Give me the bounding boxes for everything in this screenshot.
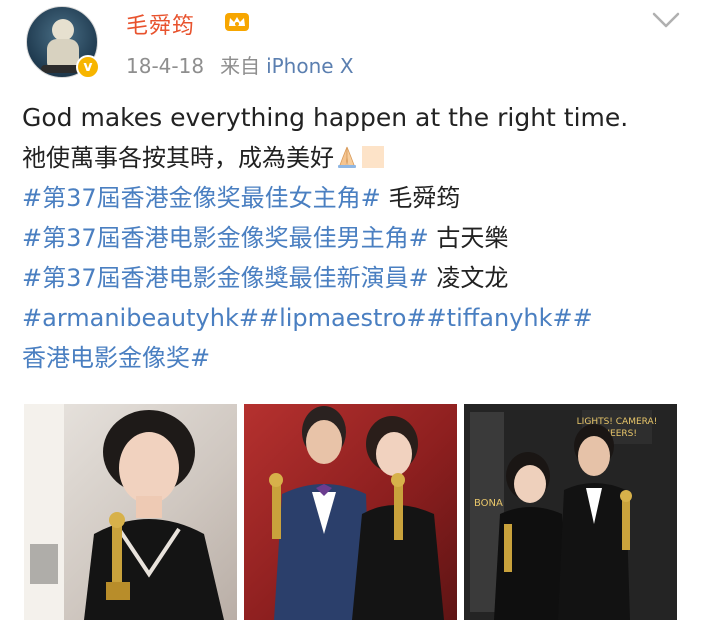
photo-grid: LIGHTS! CAMERA! CHEERS! BONA [0,404,702,620]
hashtag-best-actor[interactable]: #第37屆香港电影金像奖最佳男主角# [22,224,429,252]
hashtag-line-3: #第37屆香港电影金像獎最佳新演員# 凌文龙 [22,258,692,298]
pray-emoji-icon [338,146,356,168]
best-actor-name: 古天樂 [428,224,509,252]
post-text-line-chinese: 祂使萬事各按其時，成為美好 [22,138,692,178]
source-prefix: 来自 [220,54,261,78]
skin-tone-modifier [362,146,384,168]
post-text-line-english: God makes everything happen at the right… [22,103,629,132]
hashtag-brands[interactable]: #armanibeautyhk##lipmaestro##tiffanyhk## [22,304,593,332]
award-photo-1[interactable] [24,404,237,620]
author-name[interactable]: 毛舜筠 [126,8,195,40]
crown-icon [225,13,249,31]
post-text-chinese: 祂使萬事各按其時，成為美好 [22,144,334,172]
hashtag-line-1: #第37屆香港金像奖最佳女主角# 毛舜筠 [22,178,692,218]
post-text: God makes everything happen at the right… [22,98,692,378]
hashtag-line-5: 香港电影金像奖# [22,338,692,378]
hashtag-best-actress[interactable]: #第37屆香港金像奖最佳女主角# [22,184,381,212]
award-photo-1-image [24,404,224,620]
source-device[interactable]: iPhone X [266,54,354,78]
award-photo-3[interactable]: LIGHTS! CAMERA! CHEERS! BONA [464,404,677,620]
chevron-down-icon[interactable] [650,8,682,32]
hashtag-best-new-performer[interactable]: #第37屆香港电影金像獎最佳新演員# [22,264,429,292]
best-new-performer-name: 凌文龙 [428,264,509,292]
hashtag-hk-film-awards[interactable]: 香港电影金像奖# [22,344,210,372]
post-meta: 18-4-18 来自 iPhone X [126,50,354,79]
award-photo-2-image [269,406,444,620]
post-date: 18-4-18 [126,54,205,78]
hashtag-line-4: #armanibeautyhk##lipmaestro##tiffanyhk## [22,298,692,338]
hashtag-line-2: #第37屆香港电影金像奖最佳男主角# 古天樂 [22,218,692,258]
backdrop-text-bona: BONA [474,498,503,509]
best-actress-name: 毛舜筠 [380,184,461,212]
verified-badge-icon: v [76,55,100,79]
award-photo-3-image: LIGHTS! CAMERA! CHEERS! BONA [464,404,677,620]
award-photo-2[interactable] [244,404,457,620]
weibo-post-card: v 毛舜筠 18-4-18 来自 iPhone X God makes everyt… [0,0,702,640]
